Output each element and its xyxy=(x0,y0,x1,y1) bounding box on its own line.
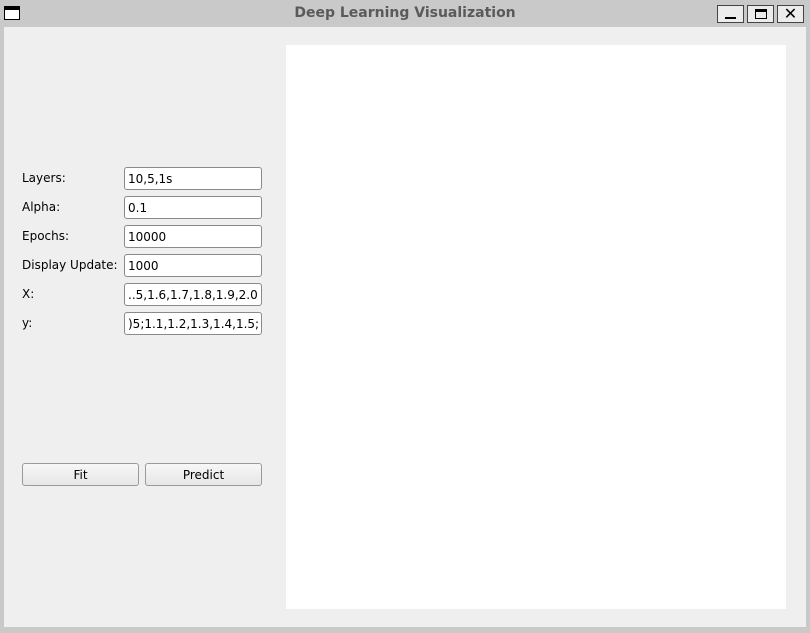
maximize-button[interactable] xyxy=(747,5,774,23)
predict-button[interactable]: Predict xyxy=(145,463,262,486)
minimize-icon xyxy=(725,17,736,19)
layers-input[interactable] xyxy=(124,167,262,190)
plot-canvas[interactable] xyxy=(286,45,786,609)
x-label: X: xyxy=(22,287,35,301)
alpha-input[interactable] xyxy=(124,196,262,219)
minimize-button[interactable] xyxy=(717,5,744,23)
display-update-label: Display Update: xyxy=(22,258,118,272)
alpha-label: Alpha: xyxy=(22,200,61,214)
fit-button[interactable]: Fit xyxy=(22,463,139,486)
x-input[interactable] xyxy=(124,283,262,306)
main-window: Deep Learning Visualization ✕ Layers: Al… xyxy=(0,0,810,633)
y-label: y: xyxy=(22,316,33,330)
display-update-input[interactable] xyxy=(124,254,262,277)
close-icon: ✕ xyxy=(783,4,798,23)
epochs-label: Epochs: xyxy=(22,229,70,243)
maximize-icon xyxy=(754,9,767,19)
title-bar[interactable]: Deep Learning Visualization ✕ xyxy=(0,0,810,27)
window-title: Deep Learning Visualization xyxy=(294,5,516,21)
main-panel: Layers: Alpha: Epochs: Display Update: X… xyxy=(4,27,806,627)
close-button[interactable]: ✕ xyxy=(777,5,804,23)
y-input[interactable] xyxy=(124,312,262,335)
epochs-input[interactable] xyxy=(124,225,262,248)
layers-label: Layers: xyxy=(22,171,66,185)
